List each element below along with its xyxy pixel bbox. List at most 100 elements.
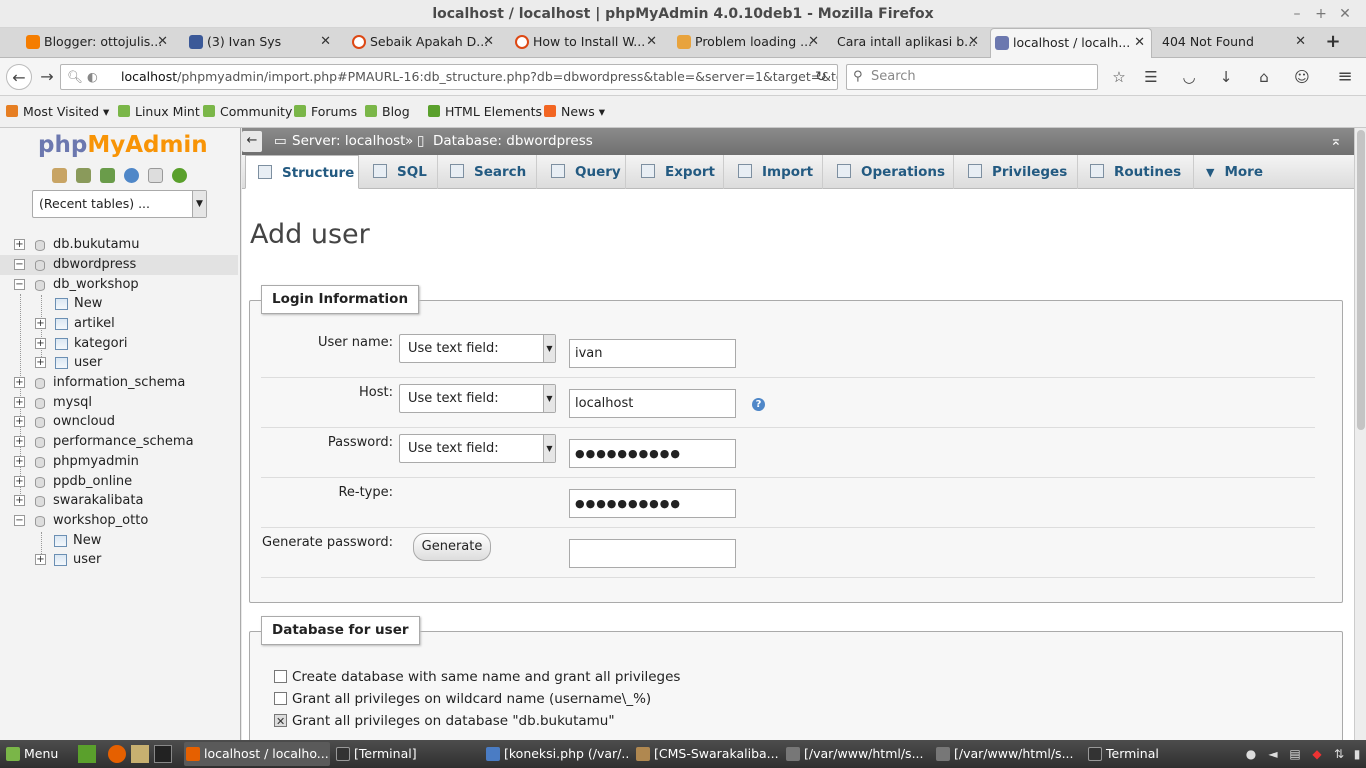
tab-routines[interactable]: Routines bbox=[1078, 155, 1194, 189]
generate-button[interactable]: Generate bbox=[413, 533, 491, 561]
tree-item-ppdb-online[interactable]: + ppdb_online bbox=[0, 472, 238, 492]
terminal-icon[interactable] bbox=[154, 745, 172, 763]
tree-item-db-workshop[interactable]: − db_workshop bbox=[0, 275, 238, 295]
host-type-select[interactable]: Use text field: ▼ bbox=[399, 384, 556, 413]
taskbar-item-terminal[interactable]: [Terminal] bbox=[334, 742, 480, 766]
tree-label[interactable]: user bbox=[74, 353, 102, 373]
checkbox-label[interactable]: Grant all privileges on database "db.buk… bbox=[292, 713, 615, 729]
tree-item-phpmyadmin[interactable]: + phpmyadmin bbox=[0, 452, 238, 472]
tree-item-swarakalibata[interactable]: + swarakalibata bbox=[0, 491, 238, 511]
tree-label[interactable]: owncloud bbox=[53, 412, 115, 432]
tree-label[interactable]: ppdb_online bbox=[53, 472, 132, 492]
desktop-icon[interactable] bbox=[78, 745, 96, 763]
tab-query[interactable]: Query bbox=[537, 155, 626, 189]
expand-icon[interactable]: + bbox=[14, 397, 25, 408]
volume-icon[interactable]: ◄ bbox=[1266, 747, 1280, 761]
browser-tab[interactable]: 404 Not Found ✕ bbox=[1140, 28, 1312, 58]
browser-tab[interactable]: Cara intall aplikasi b... ✕ bbox=[815, 28, 985, 58]
hello-icon[interactable]: ☺ bbox=[1291, 66, 1313, 88]
expand-icon[interactable]: + bbox=[14, 239, 25, 250]
pocket-icon[interactable]: ◡ bbox=[1178, 66, 1200, 88]
tab-import[interactable]: Import bbox=[724, 155, 823, 189]
tree-item-new-table[interactable]: New bbox=[0, 294, 238, 314]
tree-label[interactable]: swarakalibata bbox=[53, 491, 143, 511]
checkbox[interactable] bbox=[274, 692, 287, 705]
collapse-panel-icon[interactable]: ← bbox=[242, 131, 262, 152]
tree-label[interactable]: kategori bbox=[74, 334, 128, 354]
back-icon[interactable]: ← bbox=[6, 64, 32, 90]
browser-tab[interactable]: Blogger: ottojulis... ✕ bbox=[22, 28, 174, 58]
bookmark-news[interactable]: News ▾ bbox=[544, 96, 605, 128]
collapse-top-icon[interactable]: ⌅ bbox=[1330, 128, 1342, 155]
forward-icon[interactable]: → bbox=[34, 64, 60, 90]
bookmark-community[interactable]: Community bbox=[203, 96, 292, 128]
tree-label[interactable]: db.bukutamu bbox=[53, 235, 139, 255]
expand-icon[interactable]: + bbox=[14, 476, 25, 487]
taskbar-item-editor[interactable]: [koneksi.php (/var/... bbox=[484, 742, 630, 766]
breadcrumb-database[interactable]: Database: dbwordpress bbox=[433, 128, 593, 155]
tree-label[interactable]: information_schema bbox=[53, 373, 185, 393]
tree-item-performance-schema[interactable]: + performance_schema bbox=[0, 432, 238, 452]
tree-label[interactable]: workshop_otto bbox=[53, 511, 148, 531]
expand-icon[interactable]: + bbox=[14, 436, 25, 447]
minimize-icon[interactable]: – bbox=[1286, 0, 1308, 28]
reload-icon[interactable]: ↻ bbox=[808, 64, 834, 90]
close-tab-icon[interactable]: ✕ bbox=[968, 28, 979, 56]
recent-tables-select[interactable]: (Recent tables) ... ▼ bbox=[32, 190, 207, 218]
tree-label[interactable]: phpmyadmin bbox=[53, 452, 139, 472]
tab-export[interactable]: Export bbox=[626, 155, 724, 189]
tab-more[interactable]: ▼ More bbox=[1194, 155, 1273, 189]
menu-icon[interactable]: ≡ bbox=[1334, 66, 1356, 88]
taskbar-item-terminal[interactable]: Terminal bbox=[1086, 742, 1232, 766]
collapse-icon[interactable]: − bbox=[14, 259, 25, 270]
search-input[interactable]: ⚲ Search bbox=[846, 64, 1098, 90]
files-icon[interactable] bbox=[131, 745, 149, 763]
checkbox-label[interactable]: Create database with same name and grant… bbox=[292, 669, 680, 685]
username-input[interactable]: ivan bbox=[569, 339, 736, 368]
taskbar-item-folder[interactable]: [/var/www/html/s... bbox=[784, 742, 930, 766]
tree-label[interactable]: New bbox=[73, 531, 101, 551]
close-tab-icon[interactable]: ✕ bbox=[483, 28, 494, 56]
tree-label[interactable]: dbwordpress bbox=[53, 255, 136, 275]
firefox-icon[interactable] bbox=[108, 745, 126, 763]
battery-icon[interactable]: ▮ bbox=[1350, 747, 1364, 761]
checkbox-label[interactable]: Grant all privileges on wildcard name (u… bbox=[292, 691, 651, 707]
identity-icon[interactable]: 🔍︎ ◐ bbox=[67, 65, 98, 89]
help-icon[interactable]: ? bbox=[752, 398, 765, 411]
bookmark-blog[interactable]: Blog bbox=[365, 96, 410, 128]
browser-tab[interactable]: How to Install W... ✕ bbox=[511, 28, 663, 58]
expand-icon[interactable]: + bbox=[35, 338, 46, 349]
browser-tab-active[interactable]: localhost / localh... ✕ bbox=[990, 28, 1152, 58]
download-icon[interactable]: ↓ bbox=[1215, 66, 1237, 88]
taskbar-item-folder[interactable]: [/var/www/html/s... bbox=[934, 742, 1080, 766]
maximize-icon[interactable]: + bbox=[1310, 0, 1332, 28]
close-window-icon[interactable]: ✕ bbox=[1334, 0, 1356, 28]
tree-label[interactable]: New bbox=[74, 294, 102, 314]
url-input[interactable]: 🔍︎ ◐ localhost/phpmyadmin/import.php#PMA… bbox=[60, 64, 838, 90]
tab-privileges[interactable]: Privileges bbox=[954, 155, 1078, 189]
checkbox[interactable] bbox=[274, 670, 287, 683]
expand-icon[interactable]: + bbox=[35, 357, 46, 368]
breadcrumb-server[interactable]: Server: localhost bbox=[292, 128, 405, 155]
expand-icon[interactable]: + bbox=[14, 456, 25, 467]
tree-item-owncloud[interactable]: + owncloud bbox=[0, 412, 238, 432]
browser-tab[interactable]: Problem loading ... ✕ bbox=[673, 28, 825, 58]
expand-icon[interactable]: + bbox=[14, 416, 25, 427]
home-icon[interactable] bbox=[52, 168, 67, 183]
collapse-icon[interactable]: − bbox=[14, 279, 25, 290]
close-tab-icon[interactable]: ✕ bbox=[157, 28, 168, 56]
tree-item-user[interactable]: + user bbox=[0, 353, 238, 373]
create-database-option[interactable]: Create database with same name and grant… bbox=[274, 667, 680, 687]
reading-list-icon[interactable]: ☰ bbox=[1140, 66, 1162, 88]
tree-item-kategori[interactable]: + kategori bbox=[0, 334, 238, 354]
expand-icon[interactable]: + bbox=[14, 495, 25, 506]
browser-tab[interactable]: (3) Ivan Sys ✕ bbox=[185, 28, 337, 58]
host-input[interactable]: localhost bbox=[569, 389, 736, 418]
expand-icon[interactable]: + bbox=[14, 377, 25, 388]
close-tab-icon[interactable]: ✕ bbox=[646, 28, 657, 56]
tree-item-information-schema[interactable]: + information_schema bbox=[0, 373, 238, 393]
expand-icon[interactable]: + bbox=[35, 554, 46, 565]
tab-structure[interactable]: Structure bbox=[245, 155, 359, 189]
bookmark-html-elements[interactable]: HTML Elements bbox=[428, 96, 542, 128]
tree-label[interactable]: mysql bbox=[53, 393, 92, 413]
